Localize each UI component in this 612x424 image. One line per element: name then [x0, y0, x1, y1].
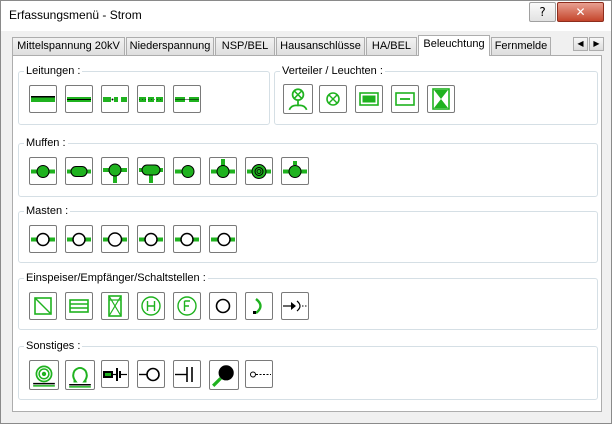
- feeder-diagonal-icon[interactable]: [29, 292, 57, 320]
- mast-6-icon[interactable]: [209, 225, 237, 253]
- tab-scroll-right-button[interactable]: ▶: [589, 37, 604, 51]
- sleeve-end-icon[interactable]: [173, 157, 201, 185]
- mast-2-icon[interactable]: [65, 225, 93, 253]
- group-verteiler: Verteiler / Leuchten :: [274, 65, 598, 125]
- sleeve-oval-icon[interactable]: [65, 157, 93, 185]
- tab-niederspannung[interactable]: Niederspannung: [126, 37, 214, 55]
- tab-ha-bel[interactable]: HA/BEL: [366, 37, 417, 55]
- line-dashed-icon[interactable]: [137, 85, 165, 113]
- lamp-circle-x-icon[interactable]: [319, 85, 347, 113]
- group-leitungen: Leitungen :: [18, 65, 270, 125]
- group-label-leitungen: Leitungen :: [24, 65, 83, 77]
- line-double-icon[interactable]: [65, 85, 93, 113]
- line-break-icon[interactable]: [173, 85, 201, 113]
- cabinet-filled-icon[interactable]: [355, 85, 383, 113]
- receiver-box-icon[interactable]: [65, 292, 93, 320]
- mast-4-icon[interactable]: [137, 225, 165, 253]
- line-solid-icon[interactable]: [29, 85, 57, 113]
- group-label-einspeiser: Einspeiser/Empfänger/Schaltstellen :: [24, 272, 208, 284]
- group-label-sonstiges: Sonstiges :: [24, 340, 83, 352]
- cabinet-x-icon[interactable]: [427, 85, 455, 113]
- open-circle-icon[interactable]: [209, 292, 237, 320]
- window-title: Erfassungsmenü - Strom: [9, 8, 142, 22]
- switch-x-icon[interactable]: [101, 292, 129, 320]
- close-button[interactable]: ✕: [557, 2, 604, 22]
- mast-5-icon[interactable]: [173, 225, 201, 253]
- dashed-end-icon[interactable]: [245, 360, 273, 388]
- group-einspeiser: Einspeiser/Empfänger/Schaltstellen :: [18, 272, 598, 330]
- tab-mittelspannung[interactable]: Mittelspannung 20kV: [12, 37, 125, 55]
- mast-3-icon[interactable]: [101, 225, 129, 253]
- tab-nsp-bel[interactable]: NSP/BEL: [215, 37, 275, 55]
- distributor-lamp-icon[interactable]: [283, 84, 313, 114]
- group-label-masten: Masten :: [24, 205, 71, 217]
- sleeve-branch-icon[interactable]: [209, 157, 237, 185]
- line-dashed-dot-icon[interactable]: [101, 85, 129, 113]
- coil-icon[interactable]: [29, 360, 59, 390]
- dialog-window: Erfassungsmenü - Strom ? ✕ Mittelspannun…: [0, 0, 612, 424]
- title-bar: Erfassungsmenü - Strom ? ✕: [1, 1, 611, 31]
- mast-1-icon[interactable]: [29, 225, 57, 253]
- sleeve-circle-icon[interactable]: [29, 157, 57, 185]
- battery-icon[interactable]: [101, 360, 129, 388]
- sleeve-tee-icon[interactable]: [101, 157, 129, 185]
- sleeve-tee-wide-icon[interactable]: [137, 157, 165, 185]
- omega-icon[interactable]: [65, 360, 95, 390]
- tab-scroll-left-button[interactable]: ◀: [573, 37, 588, 51]
- f-circle-icon[interactable]: [173, 292, 201, 320]
- tab-hausanschluesse[interactable]: Hausanschlüsse: [276, 37, 365, 55]
- filled-circle-icon[interactable]: [209, 360, 239, 390]
- group-masten: Masten :: [18, 205, 598, 263]
- tab-fernmelde[interactable]: Fernmelde: [491, 37, 551, 55]
- capacitor-icon[interactable]: [173, 360, 201, 388]
- circle-line-icon[interactable]: [137, 360, 165, 388]
- plug-icon[interactable]: [281, 292, 309, 320]
- tab-beleuchtung[interactable]: Beleuchtung: [418, 35, 490, 56]
- group-label-muffen: Muffen :: [24, 137, 68, 149]
- tab-panel-beleuchtung: Leitungen : Verteiler / Leuchten : Muffe…: [12, 55, 602, 412]
- help-button[interactable]: ?: [529, 2, 556, 22]
- sleeve-ring-icon[interactable]: [245, 157, 273, 185]
- h-circle-icon[interactable]: [137, 292, 165, 320]
- cabinet-line-icon[interactable]: [391, 85, 419, 113]
- group-sonstiges: Sonstiges :: [18, 340, 598, 400]
- sleeve-open-icon[interactable]: [281, 157, 309, 185]
- group-label-verteiler: Verteiler / Leuchten :: [280, 65, 385, 77]
- arc-icon[interactable]: [245, 292, 273, 320]
- group-muffen: Muffen :: [18, 137, 598, 197]
